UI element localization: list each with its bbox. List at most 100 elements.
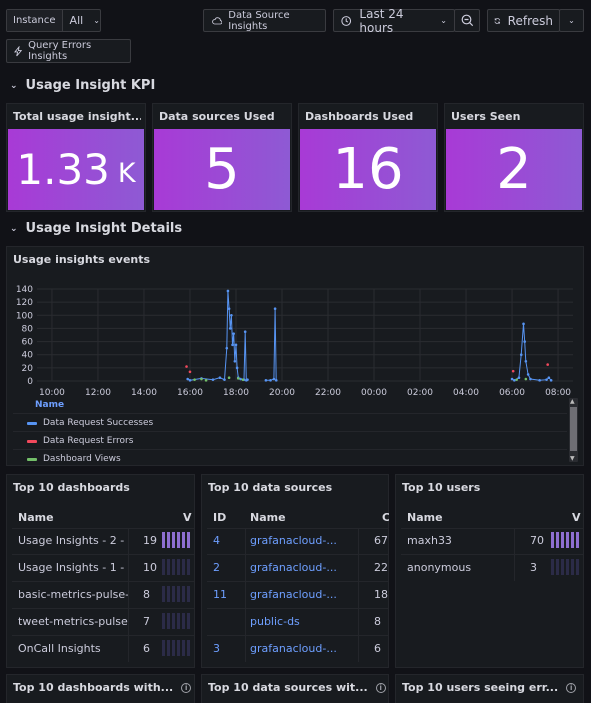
data-point: [523, 340, 526, 343]
dashboard-name[interactable]: tweet-metrics-pulse-: [18, 615, 128, 628]
legend-scrollbar[interactable]: ▲ ▼: [569, 398, 578, 462]
kpi-title: Dashboards Used: [305, 110, 414, 123]
value-gauge: [162, 532, 190, 548]
chevron-down-icon: ⌄: [10, 223, 18, 234]
column-header-name[interactable]: Name: [18, 511, 54, 524]
chevron-down-icon: ⌄: [440, 16, 447, 25]
x-tick-label: 18:00: [223, 388, 249, 398]
legend-label: Data Request Errors: [43, 436, 134, 446]
info-icon[interactable]: i: [181, 682, 192, 693]
value-gauge: [551, 532, 579, 548]
kpi-section-title: Usage Insight KPI: [25, 78, 156, 93]
kpi-title: Total usage insight...: [13, 110, 141, 123]
data-point: [236, 377, 240, 380]
dashboard-views: 6: [143, 642, 150, 655]
dashboard-name[interactable]: OnCall Insights: [18, 642, 128, 655]
info-icon[interactable]: i: [375, 682, 386, 693]
instance-value: All: [69, 14, 84, 27]
data-point: [522, 322, 525, 326]
chevron-down-icon: ⌄: [93, 16, 100, 25]
data-point: [547, 376, 551, 380]
kpi-value: 5: [154, 129, 290, 210]
datasource-name[interactable]: public-ds: [250, 615, 338, 628]
usage-events-chart[interactable]: 0 20 40 60 80 100 120 140 10:00 12:00 14:00 16:00 18…: [7, 277, 583, 427]
datasource-name[interactable]: grafanacloud-...: [250, 561, 338, 574]
legend-label: Data Request Successes: [43, 418, 154, 428]
column-header-value[interactable]: V: [183, 511, 193, 524]
datasource-name[interactable]: grafanacloud-...: [250, 642, 338, 655]
datasource-id[interactable]: 11: [213, 588, 237, 601]
query-errors-insights-link[interactable]: Query Errors Insights: [6, 39, 131, 63]
legend-item-errors[interactable]: Data Request Errors: [27, 436, 133, 446]
legend-item-successes[interactable]: Data Request Successes: [27, 418, 153, 428]
top-datasources-panel: Top 10 data sources ID Name C 4 grafanacl…: [201, 474, 389, 668]
panel-title: Top 10 users: [402, 481, 481, 494]
legend-swatch: [27, 457, 37, 461]
x-tick-label: 12:00: [85, 388, 111, 398]
dashboard-name[interactable]: basic-metrics-pulse-: [18, 588, 128, 601]
refresh-interval-dropdown[interactable]: ⌄: [559, 9, 584, 32]
dashboard-name[interactable]: Usage Insights - 1 - C: [18, 561, 128, 574]
datasource-name[interactable]: grafanacloud-...: [250, 588, 338, 601]
column-header-id[interactable]: ID: [213, 511, 226, 524]
data-point: [526, 373, 530, 376]
x-tick-label: 14:00: [131, 388, 157, 398]
data-point: [546, 363, 549, 366]
data-point: [269, 379, 272, 382]
panel-title: Top 10 users seeing err...: [402, 681, 559, 694]
datasource-id[interactable]: 2: [213, 561, 237, 574]
datasource-id[interactable]: 3: [213, 642, 237, 655]
data-point: [274, 379, 278, 382]
zoom-out-button[interactable]: [454, 9, 480, 32]
data-point: [524, 359, 528, 363]
cloud-icon: [212, 16, 223, 24]
column-header-value[interactable]: V: [572, 511, 582, 524]
info-icon[interactable]: i: [566, 682, 577, 693]
kpi-data-sources-used: Data sources Used 5: [152, 103, 292, 212]
panel-title: Top 10 dashboards with...: [13, 681, 174, 694]
datasource-name[interactable]: grafanacloud-...: [250, 534, 338, 547]
series-line-successes: [511, 323, 552, 381]
legend-item-dashboard-views[interactable]: Dashboard Views: [27, 454, 121, 464]
data-point: [227, 307, 231, 311]
column-header-name[interactable]: Name: [407, 511, 443, 524]
datasource-insights-button[interactable]: Data Source Insights: [203, 9, 326, 32]
panel-title: Top 10 data sources: [208, 481, 333, 494]
user-name[interactable]: anonymous: [407, 561, 507, 574]
user-name[interactable]: maxh33: [407, 534, 507, 547]
datasource-count: 67: [374, 534, 388, 547]
user-views: 3: [530, 561, 537, 574]
legend-swatch: [27, 439, 37, 443]
datasource-count: 18: [374, 588, 388, 601]
legend-header[interactable]: Name: [35, 400, 64, 410]
refresh-icon: [494, 17, 501, 24]
top-users-panel: Top 10 users Name V maxh33 70 anonymous 3: [395, 474, 584, 668]
kpi-total-usage: Total usage insight... 1.33 K: [6, 103, 146, 212]
instance-variable[interactable]: Instance All ⌄: [6, 9, 101, 32]
details-section-title: Usage Insight Details: [25, 221, 183, 236]
dashboard-views: 10: [143, 561, 157, 574]
datasource-id[interactable]: 4: [213, 534, 237, 547]
dashboard-name[interactable]: Usage Insights - 2 - D: [18, 534, 128, 547]
time-range-picker[interactable]: Last 24 hours ⌄: [333, 7, 455, 35]
refresh-button[interactable]: Refresh: [487, 9, 560, 32]
instance-label: Instance: [7, 10, 63, 31]
panel-title: Usage insights events: [13, 253, 151, 266]
data-point: [185, 365, 188, 368]
data-point: [228, 327, 232, 330]
details-row-header[interactable]: ⌄ Usage Insight Details: [10, 221, 182, 236]
top-dashboards-panel: Top 10 dashboards Name V Usage Insights …: [6, 474, 195, 668]
y-tick-label: 0: [27, 377, 33, 387]
kpi-value: 2: [446, 129, 582, 210]
column-header-count[interactable]: C: [382, 511, 389, 524]
clock-icon: [341, 15, 352, 26]
kpi-row-header[interactable]: ⌄ Usage Insight KPI: [10, 78, 155, 93]
x-tick-label: 04:00: [453, 388, 479, 398]
top-datasources-errors-panel: Top 10 data sources wit... i: [201, 674, 389, 703]
data-point: [186, 377, 189, 381]
x-tick-label: 02:00: [407, 388, 433, 398]
column-header-name[interactable]: Name: [250, 511, 286, 524]
datasource-count: 6: [374, 642, 381, 655]
dashboard-views: 7: [143, 615, 150, 628]
series-line-successes: [187, 290, 248, 382]
